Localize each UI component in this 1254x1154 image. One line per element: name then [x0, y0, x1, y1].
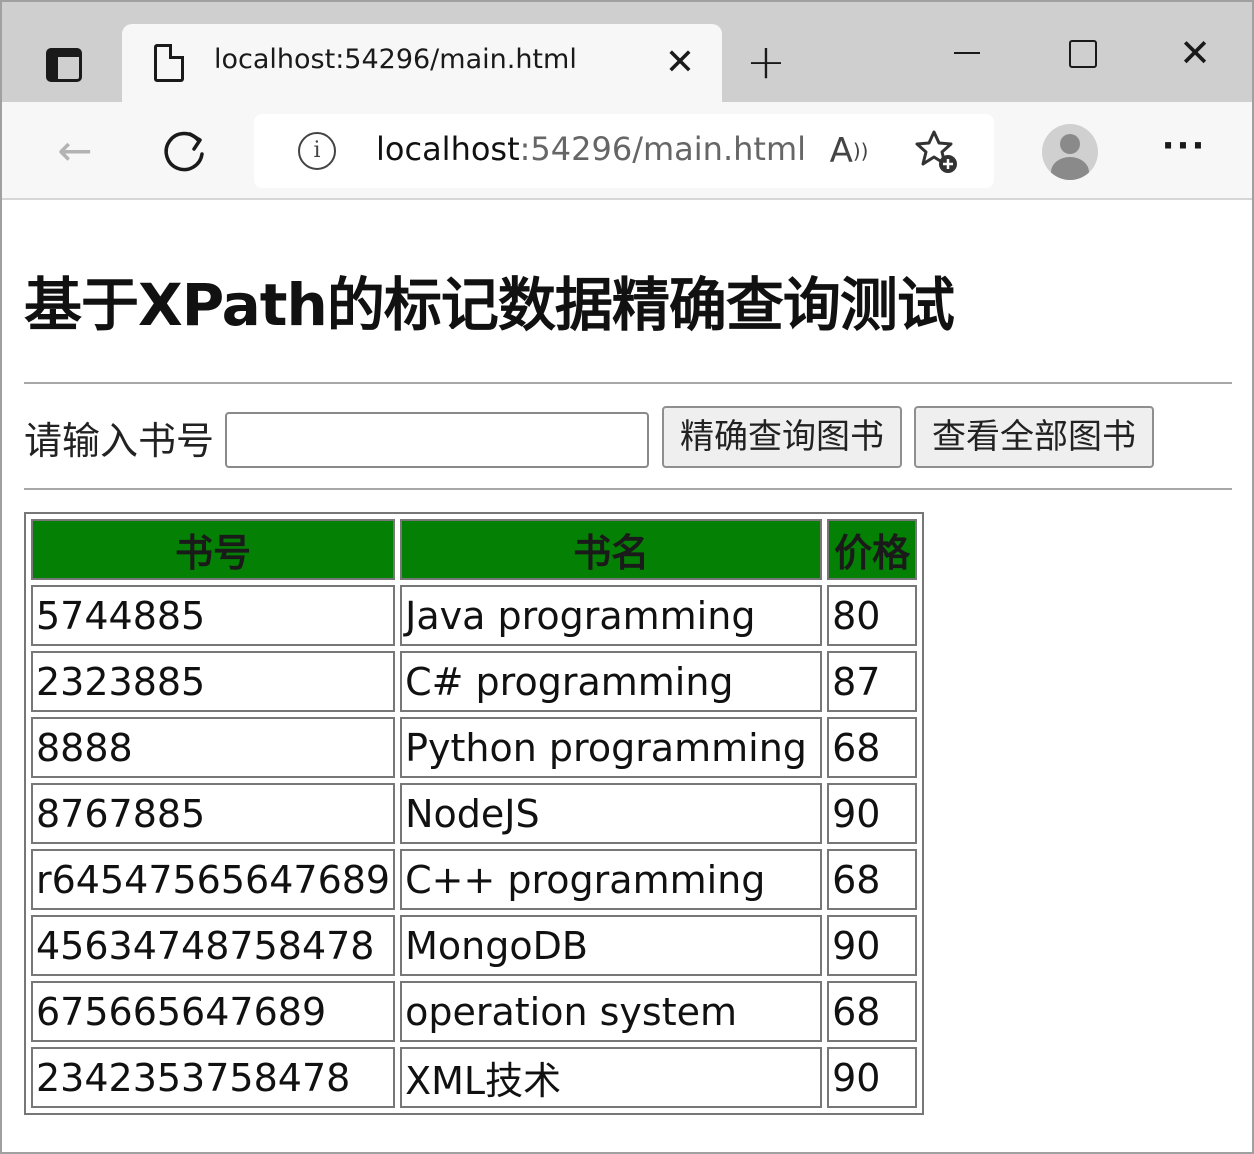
tab-strip: localhost:54296/main.html ✕ + ✕: [2, 2, 1252, 104]
cell-book-name: Java programming: [400, 585, 823, 646]
cell-price: 87: [827, 651, 918, 712]
new-tab-button[interactable]: +: [740, 32, 792, 92]
cell-price: 68: [827, 849, 918, 910]
close-window-icon[interactable]: ✕: [1170, 28, 1220, 78]
cell-book-id: 2323885: [31, 651, 396, 712]
cell-price: 90: [827, 1047, 918, 1108]
info-icon[interactable]: i: [298, 132, 336, 170]
table-row: 8888 Python programming 68: [31, 717, 918, 778]
cell-book-id: 5744885: [31, 585, 396, 646]
cell-price: 90: [827, 915, 918, 976]
browser-tab[interactable]: localhost:54296/main.html ✕: [122, 24, 722, 104]
header-book-id: 书号: [31, 519, 396, 580]
cell-book-id: 8767885: [31, 783, 396, 844]
browser-window: localhost:54296/main.html ✕ + ✕ ← i loca…: [0, 0, 1254, 1154]
minimize-icon[interactable]: [942, 32, 992, 72]
cell-book-name: C# programming: [400, 651, 823, 712]
page-title: 基于XPath的标记数据精确查询测试: [24, 271, 955, 339]
address-bar[interactable]: i localhost:54296/main.html A)): [254, 114, 994, 188]
tab-actions-button[interactable]: [24, 30, 104, 100]
table-row: 2323885 C# programming 87: [31, 651, 918, 712]
profile-icon[interactable]: [1042, 124, 1098, 180]
back-arrow-icon[interactable]: ←: [48, 124, 102, 178]
exact-query-button[interactable]: 精确查询图书: [662, 406, 902, 468]
reload-icon[interactable]: [154, 122, 214, 182]
table-header-row: 书号 书名 价格: [31, 519, 918, 580]
cell-price: 68: [827, 981, 918, 1042]
cell-book-name: operation system: [400, 981, 823, 1042]
cell-book-name: NodeJS: [400, 783, 823, 844]
cell-book-name: C++ programming: [400, 849, 823, 910]
cell-book-id: r64547565647689: [31, 849, 396, 910]
cell-price: 90: [827, 783, 918, 844]
page-icon: [154, 44, 184, 82]
book-table: 书号 书名 价格 5744885 Java programming 80 232…: [24, 512, 925, 1115]
table-row: 5744885 Java programming 80: [31, 585, 918, 646]
table-row: 45634748758478 MongoDB 90: [31, 915, 918, 976]
tab-actions-icon: [46, 48, 82, 82]
header-price: 价格: [827, 519, 918, 580]
book-id-input[interactable]: [225, 412, 649, 468]
cell-price: 80: [827, 585, 918, 646]
cell-book-name: Python programming: [400, 717, 823, 778]
page-content: 基于XPath的标记数据精确查询测试 请输入书号 精确查询图书 查看全部图书 书…: [2, 202, 1252, 1152]
add-favorite-icon[interactable]: [910, 126, 962, 178]
cell-book-name: MongoDB: [400, 915, 823, 976]
header-book-name: 书名: [400, 519, 823, 580]
divider-bottom: [24, 488, 1232, 490]
book-id-label: 请输入书号: [24, 419, 215, 463]
view-all-button[interactable]: 查看全部图书: [914, 406, 1154, 468]
browser-toolbar: ← i localhost:54296/main.html A)) ···: [2, 102, 1252, 200]
read-aloud-icon[interactable]: A)): [826, 128, 872, 174]
divider-top: [24, 382, 1232, 384]
cell-book-id: 8888: [31, 717, 396, 778]
tab-title: localhost:54296/main.html: [214, 44, 577, 75]
table-row: 2342353758478 XML技术 90: [31, 1047, 918, 1108]
table-row: r64547565647689 C++ programming 68: [31, 849, 918, 910]
cell-price: 68: [827, 717, 918, 778]
cell-book-id: 675665647689: [31, 981, 396, 1042]
maximize-icon[interactable]: [1056, 32, 1106, 76]
url-text[interactable]: localhost:54296/main.html: [376, 130, 806, 168]
cell-book-name: XML技术: [400, 1047, 823, 1108]
table-row: 675665647689 operation system 68: [31, 981, 918, 1042]
table-row: 8767885 NodeJS 90: [31, 783, 918, 844]
cell-book-id: 45634748758478: [31, 915, 396, 976]
more-icon[interactable]: ···: [1158, 126, 1210, 176]
close-icon[interactable]: ✕: [660, 38, 700, 88]
cell-book-id: 2342353758478: [31, 1047, 396, 1108]
